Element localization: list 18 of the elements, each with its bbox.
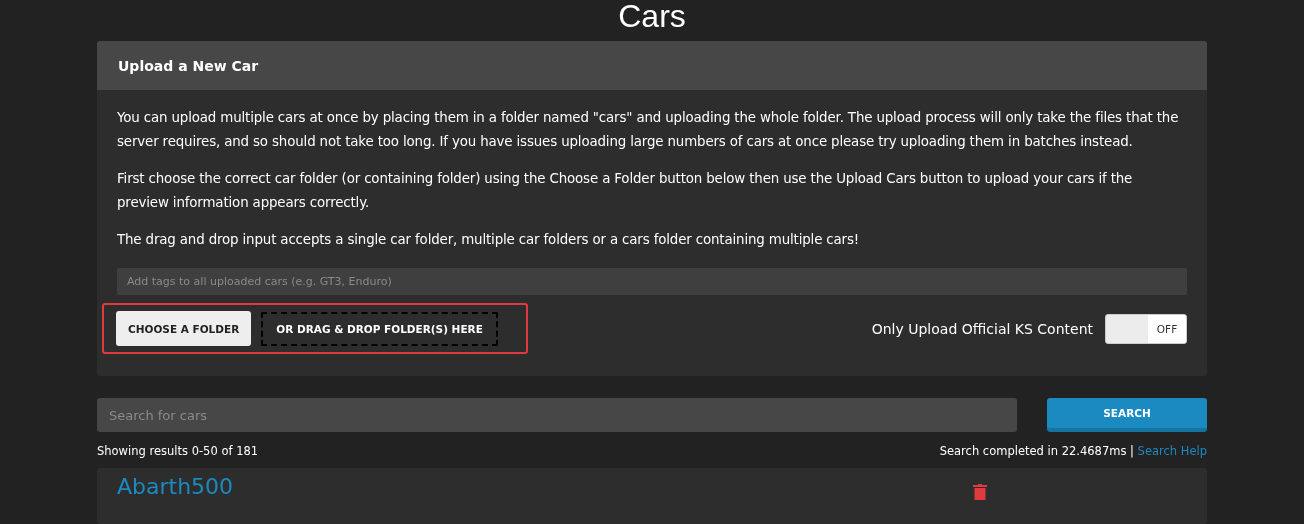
drop-zone[interactable]: OR DRAG & DROP FOLDER(S) HERE bbox=[261, 311, 498, 346]
tags-field[interactable]: Add tags to all uploaded cars (e.g. GT3, Enduro) bbox=[117, 268, 1187, 295]
separator: | bbox=[1130, 444, 1134, 458]
search-button[interactable]: SEARCH bbox=[1047, 398, 1207, 432]
results-summary: Showing results 0-50 of 181 bbox=[97, 444, 259, 458]
search-field[interactable]: Search for cars bbox=[97, 398, 1017, 432]
instruction-paragraph: First choose the correct car folder (or containing folder) using the Choose a Folder button below then use the Upload Cars button to upload your cars if the preview information appears correctly. bbox=[117, 170, 1134, 212]
instruction-paragraph: The drag and drop input accepts a single car folder, multiple car folders or a cars folder containing multiple cars! bbox=[117, 231, 860, 249]
trash-icon[interactable] bbox=[973, 484, 987, 500]
toggle-label: Only Upload Official KS Content bbox=[871, 320, 1093, 337]
choose-folder-button[interactable]: CHOOSE A FOLDER bbox=[116, 311, 252, 346]
car-name-link[interactable]: Abarth500 bbox=[117, 474, 234, 500]
page-title: Cars bbox=[617, 0, 687, 36]
official-toggle[interactable]: OFF bbox=[1105, 313, 1187, 344]
search-help-link[interactable]: Search Help bbox=[1137, 444, 1207, 458]
instruction-paragraph: You can upload multiple cars at once by placing them in a folder named "cars" and uploading the whole folder. The upload process will only take the files that the server requires, and so should not take too long. If you have issues uploading large numbers of cars at once please try uploading them in batches instead. bbox=[117, 109, 1180, 151]
panel-title: Upload a New Car bbox=[118, 57, 259, 74]
search-timing: Search completed in 22.4687ms bbox=[939, 444, 1127, 458]
